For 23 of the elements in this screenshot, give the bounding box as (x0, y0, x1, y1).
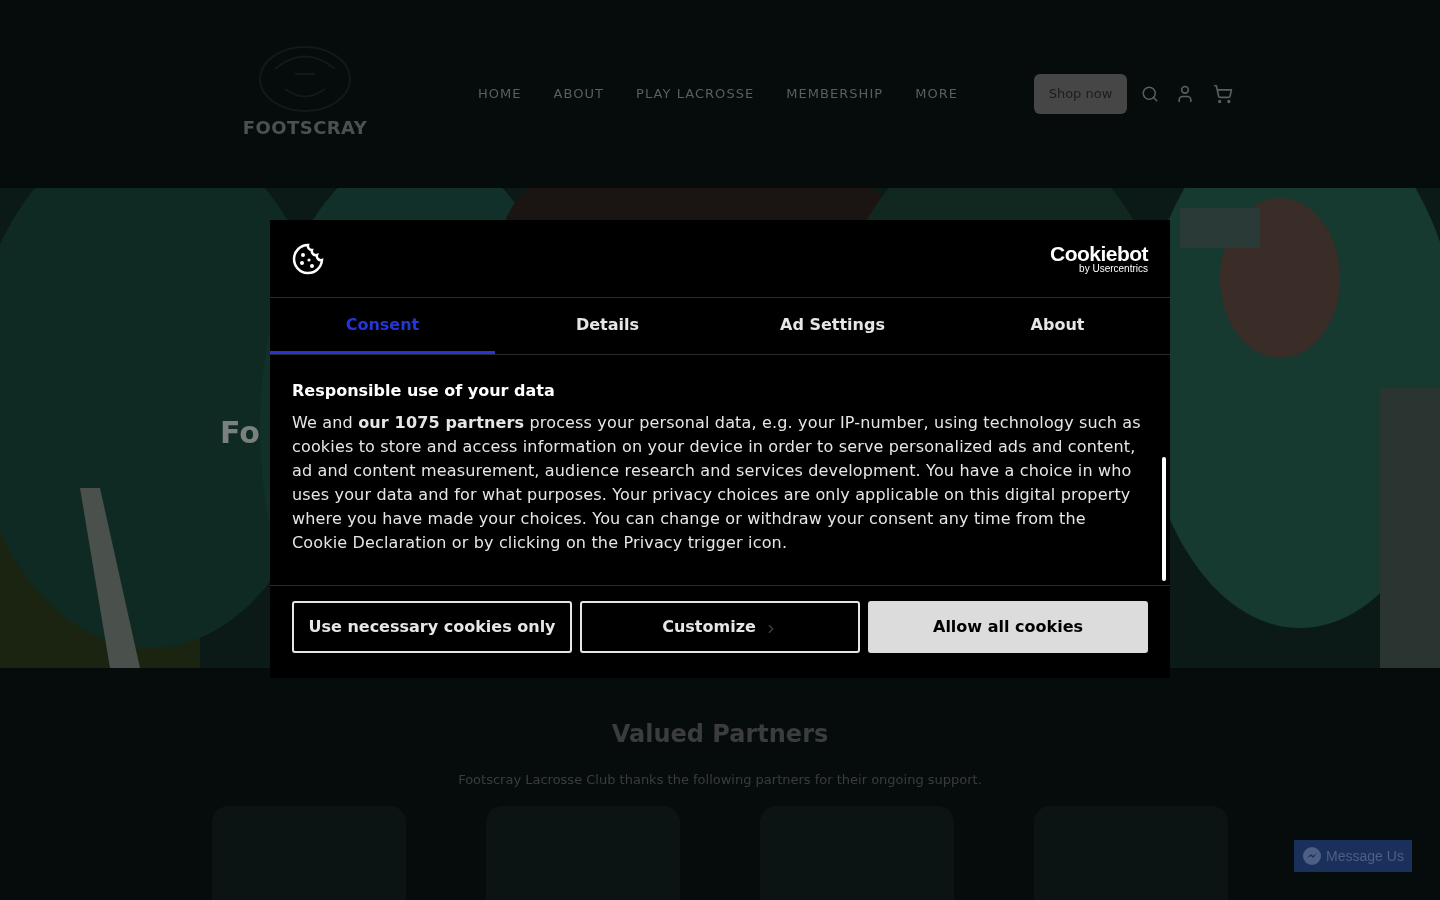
scrollbar-thumb[interactable] (1162, 457, 1166, 581)
cookie-button[interactable]: Allow all cookies (868, 601, 1148, 653)
cookie-icon (292, 242, 324, 275)
account-icon[interactable] (1175, 84, 1195, 104)
dialog-heading: Responsible use of your data (292, 380, 556, 402)
dialog-tab[interactable]: Consent (270, 298, 495, 354)
nav-link[interactable]: PLAY LACROSSE (628, 84, 763, 104)
dialog-tab[interactable]: About (945, 298, 1170, 354)
dialog-body: We and our 1075 partners process your personal data, e.g. your IP-number, using technology such as cookies to store and access information on your device in order to serve personalized ads and content, ad and content measurement, audience research and services development. You have a choice in who uses your data and for what purposes. Your privacy choices are only applicable on this digital property where you have made your choices. You can change or withdraw your consent any time from the Cookie Declaration or by clicking on the Privacy trigger icon. (292, 412, 1142, 554)
cookie-button[interactable]: Use necessary cookies only (292, 601, 572, 653)
search-icon[interactable] (1141, 85, 1159, 103)
dialog-tab[interactable]: Ad Settings (720, 298, 945, 354)
nav-link[interactable]: ABOUT (545, 84, 613, 104)
nav-link[interactable]: HOME (470, 84, 530, 104)
cart-icon[interactable] (1213, 84, 1233, 104)
logo-text: FOOTSCRAY (242, 116, 368, 140)
nav-link[interactable]: MORE (907, 84, 966, 104)
cookie-button[interactable]: Customize (580, 601, 860, 653)
cookiebot-logo: Cookiebot by Usercentrics (1050, 243, 1148, 274)
nav-link[interactable]: MEMBERSHIP (778, 84, 892, 104)
dialog-tab[interactable]: Details (495, 298, 720, 354)
hero-heading: Fo (220, 414, 260, 452)
messenger-icon (1302, 846, 1323, 866)
